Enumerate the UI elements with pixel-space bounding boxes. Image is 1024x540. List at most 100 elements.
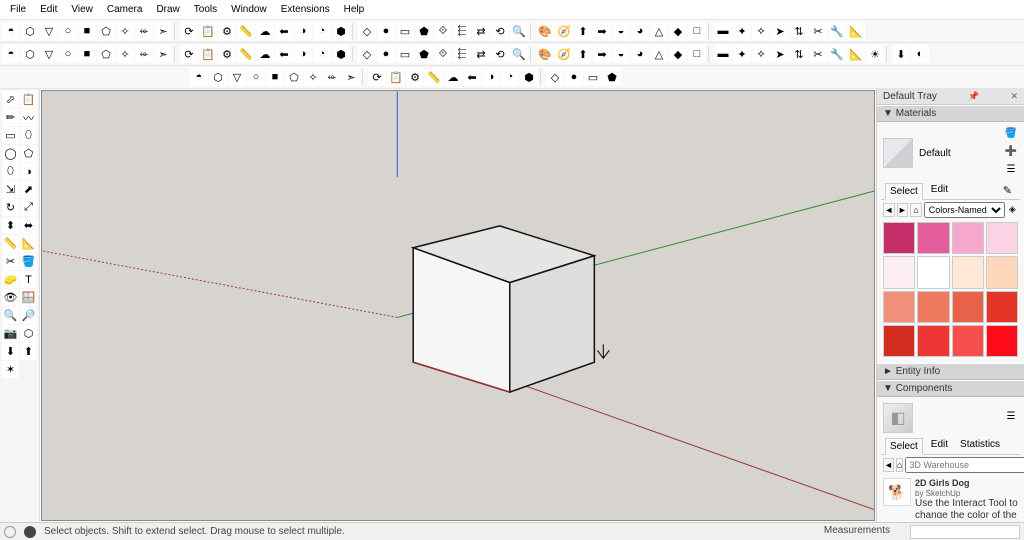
menu-tools[interactable]: Tools — [188, 2, 223, 17]
dock-tool-0-0[interactable]: ⬀ — [2, 91, 19, 108]
toolbar3-button-2[interactable]: ▽ — [228, 68, 246, 86]
toolbar1-button-9[interactable]: ⟳ — [180, 22, 198, 40]
toolbar2-button-5[interactable]: ⬠ — [97, 45, 115, 63]
toolbar1-button-12[interactable]: 📏 — [237, 22, 255, 40]
toolbar2-button-2[interactable]: ▽ — [40, 45, 58, 63]
toolbar2-button-19[interactable]: ● — [377, 45, 395, 63]
toolbar1-button-40[interactable]: ⇅ — [790, 22, 808, 40]
toolbar3-button-3[interactable]: ○ — [247, 68, 265, 86]
dock-tool-10-1[interactable]: T — [20, 271, 37, 288]
material-swatch-1[interactable] — [917, 222, 949, 254]
dock-tool-15-0[interactable]: ✶ — [2, 361, 19, 378]
toolbar1-button-37[interactable]: ✦ — [733, 22, 751, 40]
toolbar2-button-21[interactable]: ⬟ — [415, 45, 433, 63]
menu-edit[interactable]: Edit — [34, 2, 63, 17]
toolbar2-button-26[interactable]: 🔍 — [510, 45, 528, 63]
material-home-icon[interactable]: ⌂ — [910, 203, 922, 217]
measurements-value-field[interactable] — [910, 525, 1020, 539]
dock-tool-6-0[interactable]: ↻ — [2, 199, 19, 216]
toolbar3-button-5[interactable]: ⬠ — [285, 68, 303, 86]
toolbar2-button-24[interactable]: ⇄ — [472, 45, 490, 63]
toolbar2-button-0[interactable]: ◓ — [2, 45, 20, 63]
dock-tool-4-1[interactable]: ◑ — [20, 163, 37, 180]
material-swatch-0[interactable] — [883, 222, 915, 254]
dock-tool-11-0[interactable]: 👁 — [2, 289, 19, 306]
toolbar3-button-7[interactable]: ⬰ — [323, 68, 341, 86]
toolbar1-button-23[interactable]: ⬱ — [453, 22, 471, 40]
dock-tool-9-1[interactable]: 🪣 — [20, 253, 37, 270]
toolbar2-button-37[interactable]: ✦ — [733, 45, 751, 63]
toolbar2-button-38[interactable]: ⟡ — [752, 45, 770, 63]
dock-tool-9-0[interactable]: ✂ — [2, 253, 19, 270]
toolbar2-button-32[interactable]: ◕ — [631, 45, 649, 63]
comp-back-icon[interactable]: ◄ — [883, 458, 894, 472]
toolbar1-button-39[interactable]: ➤ — [771, 22, 789, 40]
dock-tool-1-1[interactable]: 〰 — [20, 109, 37, 126]
toolbar2-button-46[interactable]: ◐ — [911, 45, 929, 63]
dock-tool-11-1[interactable]: 🪟 — [20, 289, 37, 306]
selected-component-thumb[interactable]: ◧ — [883, 403, 913, 433]
comp-tab-statistics[interactable]: Statistics — [956, 437, 1004, 454]
toolbar1-button-34[interactable]: ◆ — [669, 22, 687, 40]
toolbar2-button-12[interactable]: 📏 — [237, 45, 255, 63]
toolbar3-button-9[interactable]: ⟳ — [368, 68, 386, 86]
toolbar1-button-28[interactable]: 🧭 — [555, 22, 573, 40]
toolbar2-button-22[interactable]: ⟐ — [434, 45, 452, 63]
toolbar2-button-44[interactable]: ☀ — [866, 45, 884, 63]
toolbar1-button-20[interactable]: ▭ — [396, 22, 414, 40]
menu-extensions[interactable]: Extensions — [275, 2, 336, 17]
dock-tool-14-1[interactable]: ⬆ — [20, 343, 37, 360]
toolbar2-button-11[interactable]: ⚙ — [218, 45, 236, 63]
toolbar1-button-36[interactable]: ▬ — [714, 22, 732, 40]
toolbar1-button-25[interactable]: ⟲ — [491, 22, 509, 40]
material-details-icon[interactable]: ◈ — [1007, 203, 1018, 217]
toolbar3-button-11[interactable]: ⚙ — [406, 68, 424, 86]
dock-tool-2-0[interactable]: ▭ — [2, 127, 19, 144]
3d-viewport[interactable] — [41, 90, 875, 521]
material-swatch-8[interactable] — [883, 291, 915, 323]
toolbar1-button-13[interactable]: ☁ — [256, 22, 274, 40]
dock-tool-1-0[interactable]: ✏ — [2, 109, 19, 126]
toolbar1-button-11[interactable]: ⚙ — [218, 22, 236, 40]
toolbar3-button-21[interactable]: ⬟ — [603, 68, 621, 86]
toolbar1-button-3[interactable]: ○ — [59, 22, 77, 40]
dock-tool-8-1[interactable]: 📐 — [20, 235, 37, 252]
toolbar2-button-29[interactable]: ⬆ — [574, 45, 592, 63]
toolbar2-button-33[interactable]: △ — [650, 45, 668, 63]
toolbar1-button-0[interactable]: ◓ — [2, 22, 20, 40]
toolbar2-button-23[interactable]: ⬱ — [453, 45, 471, 63]
dock-tool-0-1[interactable]: 📋 — [20, 91, 37, 108]
material-swatch-13[interactable] — [917, 325, 949, 357]
toolbar3-button-8[interactable]: ➣ — [342, 68, 360, 86]
tray-title-bar[interactable]: Default Tray 📌 ✕ — [877, 89, 1024, 105]
toolbar2-button-17[interactable]: ⬢ — [332, 45, 350, 63]
toolbar2-button-34[interactable]: ◆ — [669, 45, 687, 63]
dock-tool-14-0[interactable]: ⬇ — [2, 343, 19, 360]
tab-edit[interactable]: Edit — [927, 182, 952, 199]
toolbar1-button-42[interactable]: 🔧 — [828, 22, 846, 40]
dock-tool-3-0[interactable]: ◯ — [2, 145, 19, 162]
menu-camera[interactable]: Camera — [101, 2, 149, 17]
material-fwd-icon[interactable]: ► — [897, 203, 909, 217]
toolbar3-button-14[interactable]: ⬅ — [463, 68, 481, 86]
menu-window[interactable]: Window — [225, 2, 273, 17]
status-indicator-1[interactable] — [4, 526, 16, 538]
toolbar2-button-28[interactable]: 🧭 — [555, 45, 573, 63]
toolbar1-button-16[interactable]: ◔ — [313, 22, 331, 40]
tray-pin-icon[interactable]: 📌 — [968, 91, 979, 102]
toolbar3-button-19[interactable]: ● — [565, 68, 583, 86]
toolbar3-button-15[interactable]: ◑ — [482, 68, 500, 86]
panel-materials-header[interactable]: ▼ Materials — [877, 105, 1024, 122]
toolbar2-button-40[interactable]: ⇅ — [790, 45, 808, 63]
toolbar1-button-21[interactable]: ⬟ — [415, 22, 433, 40]
toolbar2-button-10[interactable]: 📋 — [199, 45, 217, 63]
toolbar3-button-17[interactable]: ⬢ — [520, 68, 538, 86]
toolbar1-button-26[interactable]: 🔍 — [510, 22, 528, 40]
toolbar1-button-7[interactable]: ⬰ — [135, 22, 153, 40]
toolbar1-button-17[interactable]: ⬢ — [332, 22, 350, 40]
toolbar3-button-10[interactable]: 📋 — [387, 68, 405, 86]
toolbar2-button-1[interactable]: ⬡ — [21, 45, 39, 63]
toolbar1-button-33[interactable]: △ — [650, 22, 668, 40]
toolbar1-button-24[interactable]: ⇄ — [472, 22, 490, 40]
dock-tool-5-1[interactable]: ⬈ — [20, 181, 37, 198]
